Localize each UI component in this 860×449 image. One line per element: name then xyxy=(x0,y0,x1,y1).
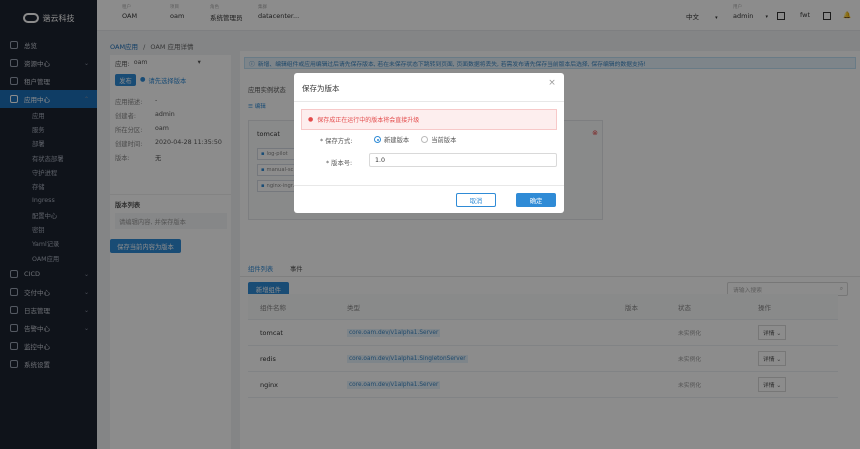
close-icon[interactable]: × xyxy=(546,77,558,89)
ok-button[interactable]: 确定 xyxy=(516,193,556,207)
version-input[interactable] xyxy=(369,153,557,167)
dialog-title: 保存为版本 xyxy=(302,84,340,93)
radio-new-version-label: 新建版本 xyxy=(384,137,410,144)
radio-current-version-dot xyxy=(421,136,429,143)
radio-new-version-dot xyxy=(374,136,381,143)
method-radio-group: 新建版本 当前版本 xyxy=(374,135,466,145)
dialog-footer-divider xyxy=(294,185,564,186)
radio-current-version-label: 当前版本 xyxy=(431,137,457,144)
method-label: * 保存方式: xyxy=(320,138,353,145)
warning-icon: ● xyxy=(308,116,314,123)
modal-overlay xyxy=(0,0,860,449)
dialog-header-divider xyxy=(294,101,564,102)
save-version-dialog: 保存为版本 × ● 保存成正在运行中的版本将会直接升级 * 保存方式: 新建版本… xyxy=(294,73,564,213)
warning-text: 保存成正在运行中的版本将会直接升级 xyxy=(317,117,420,124)
version-label: * 版本号: xyxy=(326,160,353,167)
radio-current-version[interactable]: 当前版本 xyxy=(421,135,456,144)
radio-new-version[interactable]: 新建版本 xyxy=(374,135,409,144)
cancel-button[interactable]: 取消 xyxy=(456,193,496,207)
warning-alert: ● 保存成正在运行中的版本将会直接升级 xyxy=(301,109,557,130)
